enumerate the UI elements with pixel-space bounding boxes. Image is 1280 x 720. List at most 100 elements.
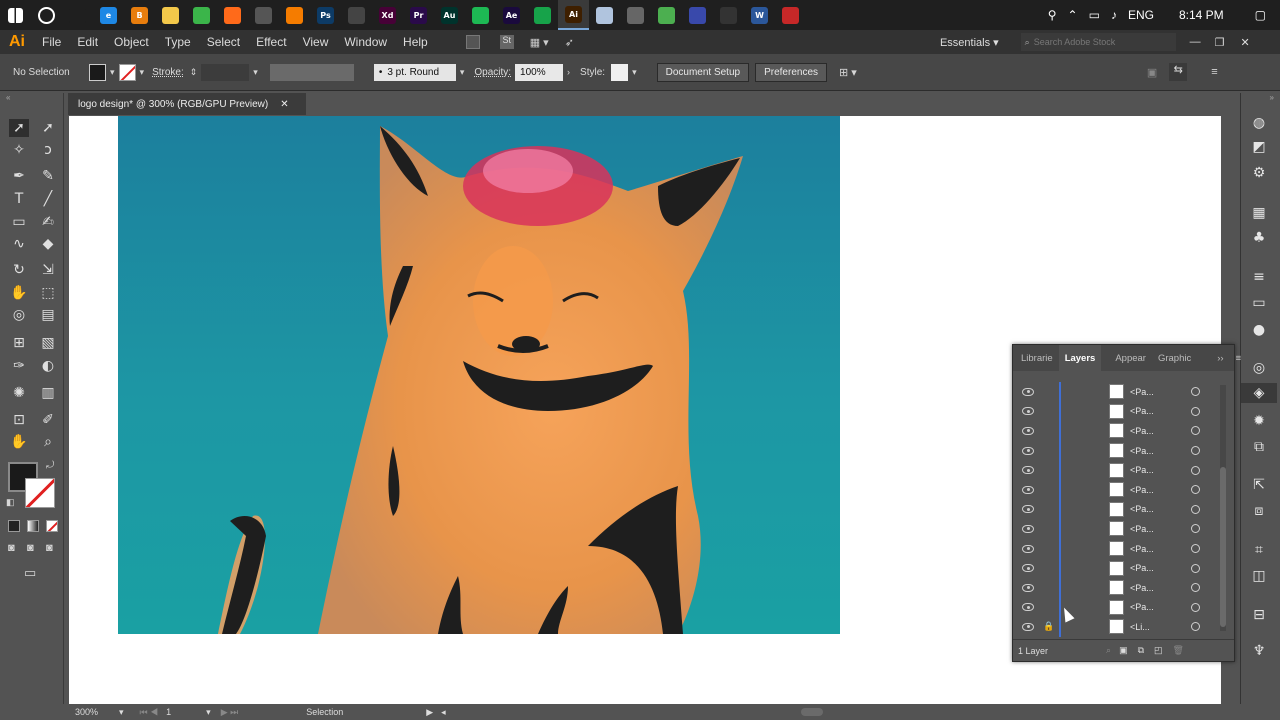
taskbar-app4[interactable]: [589, 0, 620, 30]
variable-width-profile[interactable]: [269, 63, 354, 81]
gradient-icon[interactable]: ▭: [1241, 293, 1277, 313]
stock-icon[interactable]: St: [499, 35, 514, 49]
horizontal-scrollbar[interactable]: [456, 707, 1166, 717]
swatches-icon[interactable]: ▦: [1241, 203, 1277, 223]
visibility-eye-icon[interactable]: [1022, 564, 1034, 573]
style-swatch[interactable]: [611, 63, 629, 81]
panel-menu-icon[interactable]: ≡: [1236, 353, 1242, 364]
layer-row[interactable]: <Pa...: [1013, 577, 1218, 598]
taskbar-app2[interactable]: [279, 0, 310, 30]
zoom-tool[interactable]: ⌕: [38, 433, 58, 451]
clock[interactable]: 8:14 PM: [1179, 8, 1224, 22]
layer-row[interactable]: <Pa...: [1013, 401, 1218, 422]
preferences-button[interactable]: Preferences: [755, 62, 828, 82]
color-mode-button[interactable]: [8, 520, 20, 532]
visibility-eye-icon[interactable]: [1022, 446, 1034, 455]
graphic-styles-icon[interactable]: ⧉: [1241, 437, 1277, 457]
layer-row[interactable]: <Pa...: [1013, 460, 1218, 481]
chevron-down-icon[interactable]: ▾: [460, 67, 465, 78]
paintbrush-tool[interactable]: ✍: [38, 213, 58, 231]
visibility-eye-icon[interactable]: [1022, 603, 1034, 612]
visibility-eye-icon[interactable]: [1022, 387, 1034, 396]
chevron-down-icon[interactable]: ▾: [140, 67, 145, 78]
last-artboard-icon[interactable]: ▶ ⏭: [221, 707, 239, 718]
symbols-icon[interactable]: ♣: [1241, 228, 1277, 248]
column-graph-tool[interactable]: ▥: [38, 384, 58, 402]
layer-row[interactable]: <Pa...: [1013, 420, 1218, 441]
search-button[interactable]: [31, 0, 62, 30]
hand-tool[interactable]: ✋: [9, 433, 29, 451]
layer-row[interactable]: <Pa...: [1013, 381, 1218, 402]
target-circle-icon[interactable]: [1191, 485, 1200, 495]
draw-inside-icon[interactable]: ◙: [46, 542, 53, 554]
warp-tool[interactable]: ✋: [9, 284, 29, 302]
close-tab-icon[interactable]: ✕: [280, 99, 288, 110]
volume-icon[interactable]: ♪: [1111, 8, 1117, 22]
target-circle-icon[interactable]: [1191, 406, 1200, 416]
type-tool[interactable]: T: [9, 190, 29, 208]
fill-swatch[interactable]: [89, 63, 106, 81]
layers-icon[interactable]: ◈: [1241, 383, 1277, 403]
transparency-icon[interactable]: ●: [1241, 320, 1277, 340]
transform-icon[interactable]: ▣: [1147, 66, 1157, 79]
taskbar-obs[interactable]: [341, 0, 372, 30]
make-clipping-mask-icon[interactable]: ▣: [1119, 645, 1128, 656]
stroke-stepper[interactable]: ⇕: [190, 67, 198, 78]
stroke-weight-input[interactable]: [201, 63, 250, 81]
new-layer-icon[interactable]: ◰: [1154, 645, 1163, 656]
start-button[interactable]: [0, 0, 31, 30]
taskbar-blender[interactable]: B: [124, 0, 155, 30]
taskbar-app7[interactable]: [682, 0, 713, 30]
menu-effect[interactable]: Effect: [248, 35, 294, 49]
gradient-mode-button[interactable]: [27, 520, 39, 532]
swap-colors-icon[interactable]: ⤾: [46, 460, 54, 471]
target-circle-icon[interactable]: [1191, 544, 1200, 554]
menu-edit[interactable]: Edit: [69, 35, 106, 49]
stock-search[interactable]: ⌕ Search Adobe Stock: [1020, 33, 1176, 51]
gradient-tool[interactable]: ▧: [38, 334, 58, 352]
opacity-input[interactable]: 100%: [515, 63, 564, 81]
panel-toggle[interactable]: ⇆: [1169, 63, 1188, 81]
battery-icon[interactable]: ▭: [1089, 8, 1100, 22]
layer-row[interactable]: <Pa...: [1013, 518, 1218, 539]
layer-row[interactable]: <Pa...: [1013, 558, 1218, 579]
eraser-tool[interactable]: ◆: [38, 235, 58, 253]
close-button[interactable]: ✕: [1241, 36, 1250, 49]
delete-layer-icon[interactable]: 🗑: [1173, 645, 1184, 656]
slice-tool[interactable]: ✐: [38, 411, 58, 429]
gpu-icon[interactable]: ➶: [565, 36, 574, 49]
align-icon[interactable]: ⊞ ▾: [839, 66, 857, 79]
zoom-field[interactable]: 300%: [69, 707, 119, 717]
export-icon[interactable]: ⇱: [1241, 475, 1277, 495]
visibility-eye-icon[interactable]: [1022, 524, 1034, 533]
chevron-down-icon[interactable]: ▾: [119, 707, 124, 718]
taskbar-settings[interactable]: [713, 0, 744, 30]
selection-tool[interactable]: ➚: [9, 119, 29, 137]
taskbar-premiere[interactable]: Pr: [403, 0, 434, 30]
visibility-eye-icon[interactable]: [1022, 583, 1034, 592]
lasso-tool[interactable]: ↄ: [38, 141, 58, 159]
brushes-icon[interactable]: ✹: [1241, 411, 1277, 431]
taskbar-illustrator[interactable]: Ai: [558, 0, 589, 30]
taskbar-aftereffects[interactable]: Ae: [496, 0, 527, 30]
hscroll-left-icon[interactable]: ◂: [441, 707, 446, 718]
target-circle-icon[interactable]: [1191, 583, 1200, 593]
taskbar-photoshop[interactable]: Ps: [310, 0, 341, 30]
lock-icon[interactable]: 🔒: [1043, 621, 1054, 632]
target-circle-icon[interactable]: [1191, 387, 1200, 397]
document-setup-button[interactable]: Document Setup: [656, 62, 750, 82]
draw-behind-icon[interactable]: ◙: [27, 542, 34, 554]
shaper-tool[interactable]: ∿: [9, 235, 29, 253]
menu-object[interactable]: Object: [106, 35, 157, 49]
taskbar-app3[interactable]: [527, 0, 558, 30]
direct-selection-tool[interactable]: ➚: [38, 119, 58, 137]
align-icon[interactable]: ⊟: [1241, 605, 1277, 625]
menu-type[interactable]: Type: [157, 35, 199, 49]
color-icon[interactable]: ◍: [1241, 113, 1277, 133]
rotate-tool[interactable]: ↻: [9, 261, 29, 279]
stroke-color[interactable]: [25, 478, 55, 508]
language-indicator[interactable]: ENG: [1128, 8, 1154, 22]
status-arrow-icon[interactable]: ▶: [426, 707, 433, 718]
taskbar-explorer[interactable]: [155, 0, 186, 30]
minimize-button[interactable]: —: [1190, 36, 1201, 48]
